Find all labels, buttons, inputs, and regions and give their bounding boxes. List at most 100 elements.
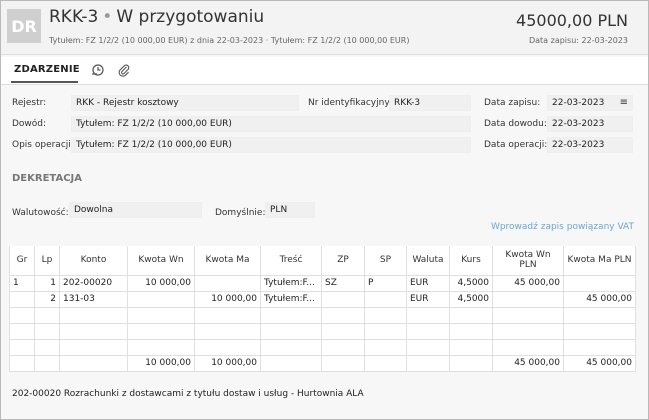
table-cell[interactable] [406,354,450,372]
column-header[interactable]: Lp [34,246,60,276]
empty-table-row[interactable] [9,306,636,324]
tab-zdarzenie[interactable]: ZDARZENIE [14,64,80,75]
table-cell[interactable] [260,306,322,324]
table-cell[interactable] [364,322,407,340]
menu-icon[interactable]: ≡ [620,97,628,108]
table-cell[interactable]: 1 [9,274,35,292]
table-cell[interactable] [9,322,35,340]
table-cell[interactable] [194,338,261,356]
table-cell[interactable] [563,322,636,340]
table-cell[interactable]: 45 000,00 [492,354,564,372]
data-zapisu-field[interactable]: 22-03-2023 ≡ [547,95,633,111]
table-cell[interactable]: 10 000,00 [194,354,261,372]
history-icon[interactable] [90,62,106,78]
table-cell[interactable]: 131-03 [59,290,128,308]
table-cell[interactable] [406,306,450,324]
table-cell[interactable] [406,338,450,356]
table-cell[interactable] [127,322,195,340]
table-cell[interactable] [449,354,493,372]
table-cell[interactable] [449,338,493,356]
table-cell[interactable] [321,322,365,340]
column-header[interactable]: Kurs [449,246,493,276]
table-cell[interactable]: 202-00020 [59,274,128,292]
table-cell[interactable] [9,354,35,372]
table-cell[interactable] [59,306,128,324]
table-cell[interactable] [34,354,60,372]
table-cell[interactable] [492,290,564,308]
table-cell[interactable] [321,306,365,324]
table-cell[interactable] [563,274,636,292]
table-cell[interactable] [449,306,493,324]
table-cell[interactable] [492,306,564,324]
table-cell[interactable] [9,338,35,356]
column-header[interactable]: Gr [9,246,35,276]
table-cell[interactable] [321,290,365,308]
table-cell[interactable] [406,322,450,340]
table-cell[interactable] [194,306,261,324]
table-cell[interactable]: 10 000,00 [127,354,195,372]
table-cell[interactable] [9,290,35,308]
table-cell[interactable]: SZ [321,274,365,292]
dowod-field[interactable]: Tytułem: FZ 1/2/2 (10 000,00 EUR) [71,116,471,132]
table-cell[interactable] [563,306,636,324]
table-cell[interactable] [492,322,564,340]
attachment-icon[interactable] [116,62,132,78]
table-cell[interactable]: P [364,274,407,292]
vat-entry-link[interactable]: Wprowadź zapis powiązany VAT [491,222,634,232]
table-cell[interactable] [34,322,60,340]
table-cell[interactable] [321,354,365,372]
column-header[interactable]: Konto [59,246,128,276]
nr-identyfikacyjny-field[interactable]: RKK-3 [389,95,471,111]
table-cell[interactable] [127,338,195,356]
table-row[interactable]: 2 131-03 10 000,00 Tytułem:F... EUR 4,5000 45 … [9,290,636,308]
table-cell[interactable]: EUR [406,290,450,308]
table-cell[interactable] [127,290,195,308]
table-cell[interactable]: 45 000,00 [563,290,636,308]
column-header[interactable]: Kwota Ma PLN [563,246,636,276]
table-cell[interactable]: EUR [406,274,450,292]
table-cell[interactable] [364,306,407,324]
table-cell[interactable] [34,306,60,324]
table-cell[interactable] [260,322,322,340]
table-cell[interactable] [194,274,261,292]
table-cell[interactable] [59,322,128,340]
table-cell[interactable] [260,354,322,372]
walutowosc-field[interactable]: Dowolna [69,202,202,218]
table-cell[interactable] [59,338,128,356]
empty-table-row[interactable] [9,338,636,356]
table-cell[interactable]: Tytułem:F... [260,274,322,292]
table-cell[interactable]: 1 [34,274,60,292]
table-cell[interactable] [260,338,322,356]
rejestr-field[interactable]: RKK - Rejestr kosztowy [71,95,299,111]
column-header[interactable]: ZP [321,246,365,276]
data-dowodu-field[interactable]: 22-03-2023 [547,116,633,132]
table-cell[interactable]: 10 000,00 [127,274,195,292]
table-cell[interactable]: Tytułem:F... [260,290,322,308]
empty-table-row[interactable] [9,322,636,340]
table-cell[interactable] [364,338,407,356]
table-cell[interactable] [364,354,407,372]
table-row[interactable]: 1 1 202-00020 10 000,00 Tytułem:F... SZ P EUR 4,… [9,274,636,292]
table-cell[interactable] [9,306,35,324]
table-cell[interactable] [492,338,564,356]
table-cell[interactable] [127,306,195,324]
column-header[interactable]: SP [364,246,407,276]
totals-row[interactable]: 10 000,00 10 000,00 45 000,00 45 000,00 [9,354,636,372]
table-cell[interactable] [34,338,60,356]
table-cell[interactable]: 2 [34,290,60,308]
opis-operacji-field[interactable]: Tytułem: FZ 1/2/2 (10 000,00 EUR) [71,137,471,153]
column-header[interactable]: Kwota Ma [194,246,261,276]
data-operacji-field[interactable]: 22-03-2023 [547,137,633,153]
table-cell[interactable] [321,338,365,356]
domyslnie-field[interactable]: PLN [265,202,315,218]
table-cell[interactable] [59,354,128,372]
column-header[interactable]: Treść [260,246,322,276]
column-header[interactable]: Waluta [406,246,450,276]
column-header[interactable]: Kwota Wn PLN [492,246,564,276]
table-cell[interactable]: 4,5000 [449,274,493,292]
table-cell[interactable]: 10 000,00 [194,290,261,308]
table-cell[interactable] [194,322,261,340]
table-cell[interactable] [563,338,636,356]
table-cell[interactable]: 4,5000 [449,290,493,308]
table-cell[interactable] [364,290,407,308]
